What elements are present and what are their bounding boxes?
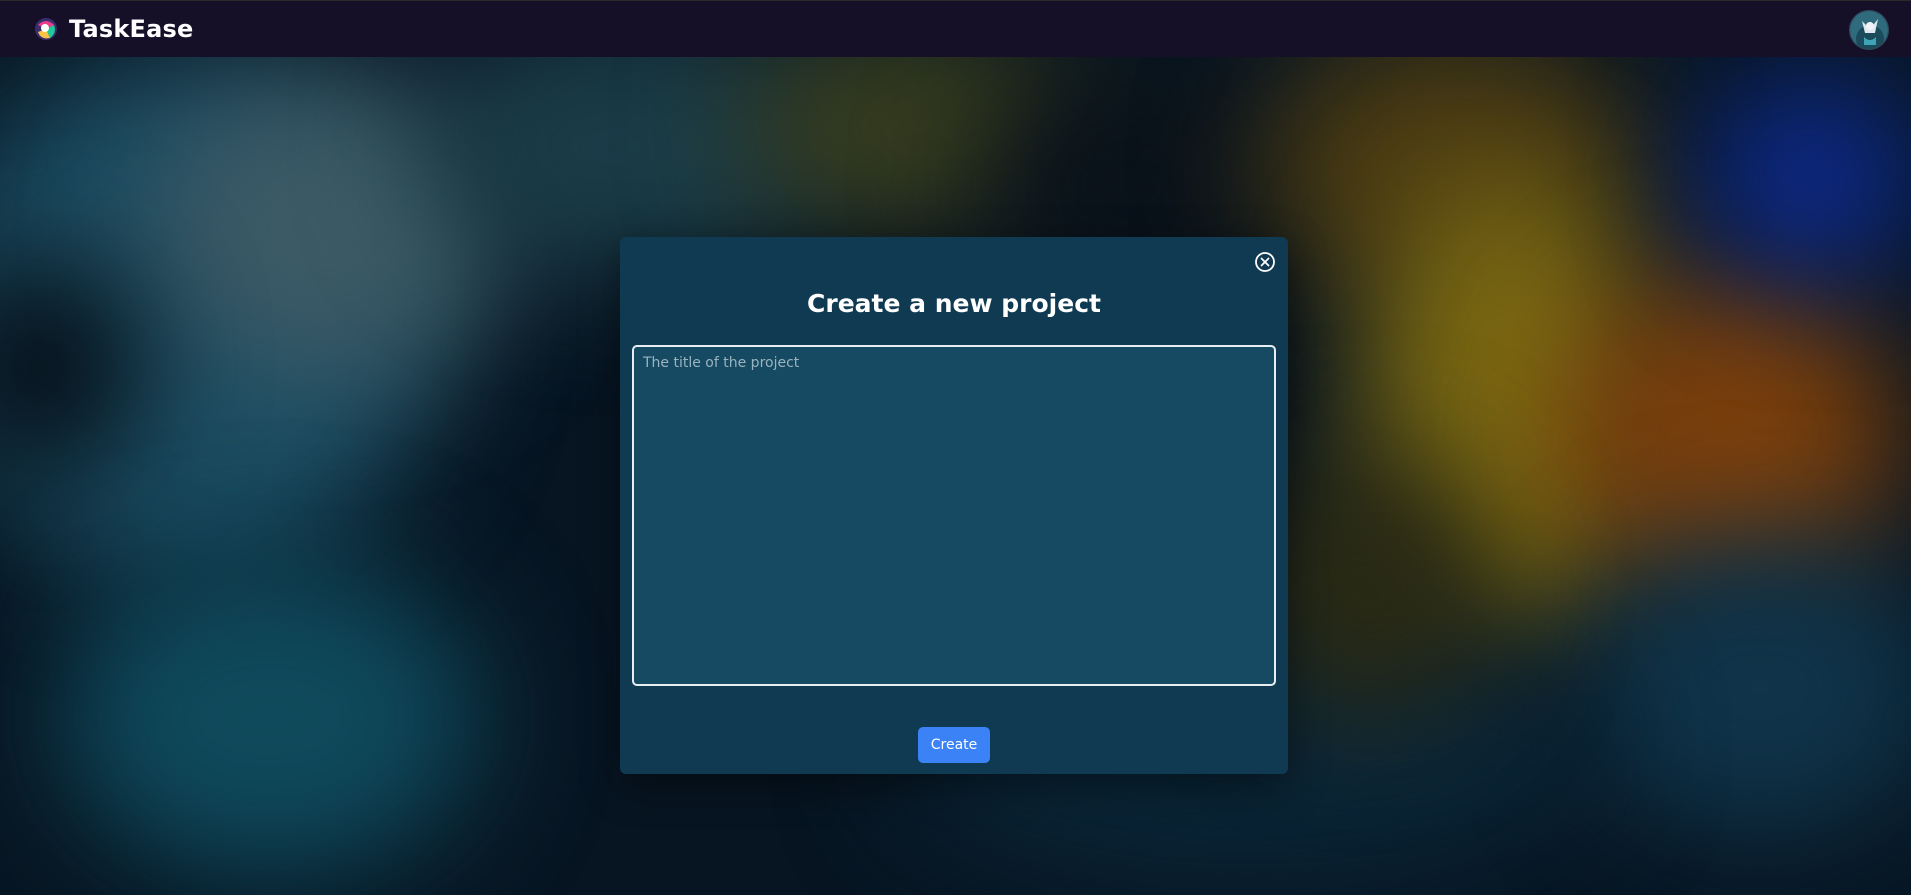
create-button[interactable]: Create [918, 727, 990, 763]
project-title-input[interactable] [632, 345, 1276, 686]
top-navbar: TaskEase [0, 0, 1911, 57]
brand[interactable]: TaskEase [32, 13, 193, 45]
close-circle-icon[interactable] [1254, 251, 1276, 273]
modal-title: Create a new project [807, 289, 1101, 318]
app-name: TaskEase [69, 15, 194, 43]
user-avatar-icon[interactable] [1849, 10, 1889, 50]
taskease-logo-icon [32, 15, 60, 43]
create-project-modal: Create a new project Create [620, 237, 1288, 774]
